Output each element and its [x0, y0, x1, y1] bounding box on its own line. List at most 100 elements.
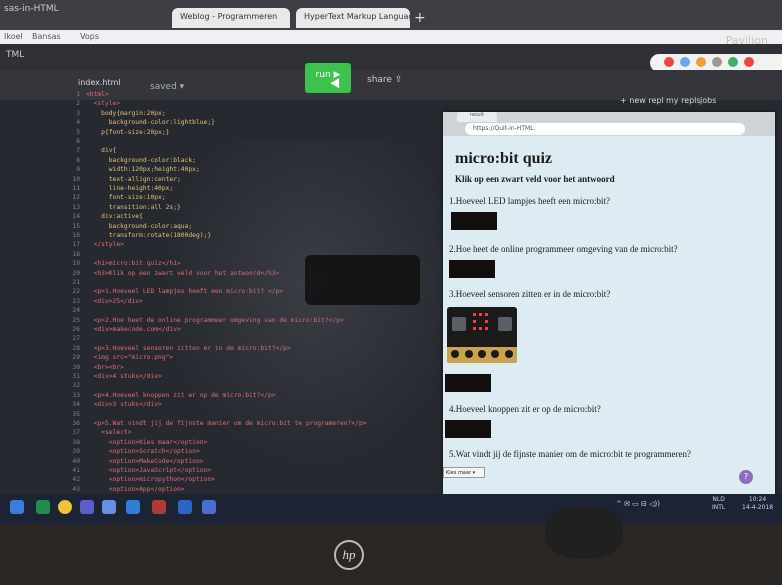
- quiz-subtitle: Klik op een zwart veld voor het antwoord: [455, 174, 615, 184]
- code-text: <br><br>: [86, 363, 124, 371]
- start-icon[interactable]: [10, 500, 24, 514]
- edge-icon[interactable]: [178, 500, 192, 514]
- line-number: 41: [72, 467, 80, 474]
- app-tab-label[interactable]: sas-in-HTML: [4, 4, 59, 14]
- line-number: 33: [72, 391, 80, 399]
- excel-icon[interactable]: [36, 500, 50, 514]
- line-number: 20: [72, 269, 80, 277]
- line-number: 11: [72, 185, 80, 192]
- repl-name[interactable]: TML: [6, 50, 24, 60]
- app-icon[interactable]: [102, 500, 116, 514]
- bookmark-item[interactable]: Bansas: [32, 32, 61, 41]
- run-button[interactable]: run ▶: [305, 63, 351, 93]
- line-number: 37: [72, 429, 80, 437]
- question-4: 4.Hoeveel knoppen zit er op de micro:bit…: [449, 404, 601, 414]
- code-text: <p>1.Hoeveel LED lampjes heeft een micro…: [86, 288, 284, 296]
- answer-box-4[interactable]: [445, 420, 491, 438]
- time-label: 10:24: [748, 496, 767, 503]
- code-text: <div>4 stuks</div>: [86, 373, 162, 380]
- answer-box-1[interactable]: [451, 212, 497, 230]
- browser-tab-label: Weblog - Programmeren: [180, 12, 278, 21]
- chrome-icon[interactable]: [58, 500, 72, 514]
- skype-icon[interactable]: [126, 500, 140, 514]
- code-text: <option>Kies maar</option>: [86, 438, 208, 446]
- extension-icon[interactable]: [728, 57, 738, 67]
- line-number: 7: [76, 147, 80, 155]
- share-label: share: [367, 75, 392, 85]
- line-number: 23: [72, 297, 80, 305]
- preference-select[interactable]: Kies maar ▾: [443, 467, 485, 478]
- browser-tab-hypertext[interactable]: HyperText Markup Language: [296, 8, 410, 28]
- app-icon[interactable]: [202, 500, 216, 514]
- taskbar-clock[interactable]: NLD INTL: [712, 496, 725, 512]
- line-number: 39: [72, 448, 80, 456]
- line-number: 24: [72, 307, 80, 315]
- code-text: <p>3.Hoeveel sensoren zitten er in de mi…: [86, 344, 291, 352]
- line-number: 5: [76, 128, 80, 136]
- bookmarks-bar: Ikoel Bansas Vops: [0, 30, 782, 44]
- line-number: 10: [72, 175, 80, 183]
- line-number: 27: [72, 335, 80, 343]
- code-text: body{margin:20px;: [86, 109, 166, 117]
- new-tab-button[interactable]: +: [414, 10, 426, 26]
- line-number: 34: [72, 401, 80, 409]
- line-number: 8: [76, 156, 80, 164]
- code-text: background-color:lightblue;}: [86, 119, 215, 127]
- extension-icon[interactable]: [712, 57, 722, 67]
- question-2: 2.Hoe heet de online programmeer omgevin…: [449, 244, 678, 254]
- windows-taskbar: [0, 494, 782, 524]
- code-text: text-allign:center;: [86, 175, 181, 183]
- code-text: <h3>Klik op een zwart veld voor het antw…: [86, 269, 280, 277]
- bookmark-item[interactable]: Ikoel: [4, 32, 23, 41]
- help-avatar[interactable]: ?: [739, 470, 753, 484]
- question-1: 1.Hoeveel LED lampjes heeft een micro:bi…: [449, 196, 610, 206]
- lang-indicator: NLD: [712, 496, 725, 503]
- line-number: 22: [72, 288, 80, 296]
- line-number: 21: [72, 279, 80, 286]
- answer-box-3[interactable]: [445, 374, 491, 392]
- share-button[interactable]: share ⇪: [367, 75, 402, 85]
- line-number: 29: [72, 354, 80, 362]
- code-text: <option>App</option>: [86, 485, 185, 493]
- date-label: 14-4-2018: [742, 504, 774, 511]
- access-icon[interactable]: [152, 500, 166, 514]
- code-text: <option>JavaScript</option>: [86, 467, 212, 474]
- phone-reflection: [305, 255, 420, 305]
- code-text: transform:rotate(1800deg);}: [86, 232, 212, 239]
- code-text: <html>: [86, 91, 109, 98]
- lang-sub: INTL: [712, 504, 726, 511]
- line-number: 30: [72, 363, 80, 371]
- my-repls-link[interactable]: my repls: [666, 96, 701, 105]
- file-tab[interactable]: index.html: [78, 78, 121, 87]
- run-label: run: [315, 70, 331, 80]
- line-number: 1: [76, 91, 80, 98]
- bookmark-item[interactable]: Vops: [80, 32, 99, 41]
- line-number: 15: [72, 222, 80, 230]
- jobs-link[interactable]: jobs: [700, 96, 716, 105]
- extension-icon[interactable]: [744, 57, 754, 67]
- question-5: 5.Wat vindt jij de fijnste manier om de …: [449, 449, 691, 459]
- line-number: 40: [72, 457, 80, 465]
- code-text: p{font-size:20px;}: [86, 128, 170, 136]
- code-text: <div>makecode.com</div>: [86, 326, 181, 333]
- preview-url[interactable]: https://Quit-in-HTML.: [465, 123, 745, 135]
- system-tray[interactable]: ^ ✉ ▭ ⊟ ◁)): [616, 500, 660, 508]
- browser-tab-weblog[interactable]: Weblog - Programmeren: [172, 8, 290, 28]
- question-3: 3.Hoeveel sensoren zitten er in de micro…: [449, 289, 611, 299]
- line-number: 43: [72, 485, 80, 493]
- extension-icon[interactable]: [664, 57, 674, 67]
- line-number: 26: [72, 326, 80, 333]
- new-repl-button[interactable]: + new repl: [620, 96, 664, 105]
- answer-box-2[interactable]: [449, 260, 495, 278]
- preview-tab[interactable]: result: [457, 112, 497, 122]
- line-number: 4: [76, 119, 80, 127]
- screen: sas-in-HTML Weblog - Programmeren HyperT…: [0, 0, 782, 525]
- code-text: <img src="micro.png">: [86, 354, 174, 362]
- code-text: background-color:aqua;: [86, 222, 193, 230]
- extension-icon[interactable]: [696, 57, 706, 67]
- teams-icon[interactable]: [80, 500, 94, 514]
- code-text: <option>MakeCode</option>: [86, 457, 204, 465]
- taskbar-time[interactable]: 10:24 14-4-2018: [742, 496, 773, 512]
- extension-icon[interactable]: [680, 57, 690, 67]
- line-number: 3: [76, 109, 80, 117]
